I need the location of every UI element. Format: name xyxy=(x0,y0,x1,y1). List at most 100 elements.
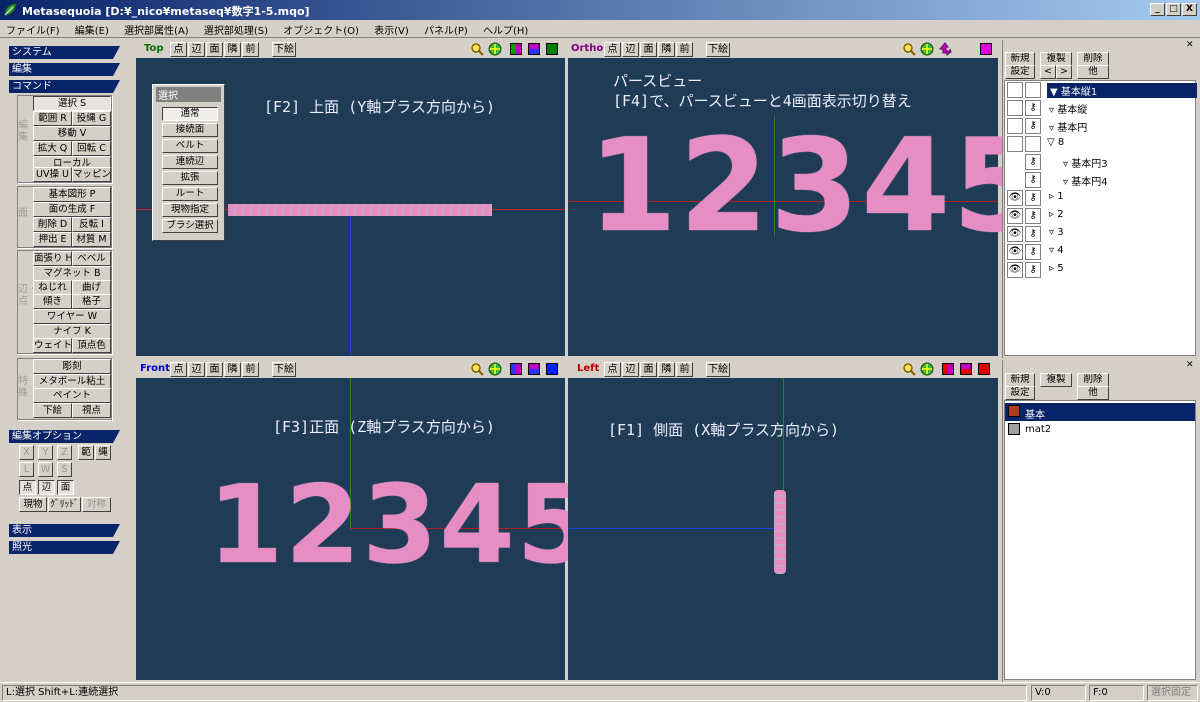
material-list[interactable]: 基本 mat2 xyxy=(1004,400,1196,680)
object-row[interactable]: ▽ 8 xyxy=(1005,135,1195,153)
ortho-front-toggle[interactable]: 前 xyxy=(676,42,693,57)
axis-x-toggle[interactable]: X xyxy=(19,445,34,460)
section-display[interactable]: 表示 xyxy=(9,524,120,537)
expanded-arrow-icon[interactable]: ▽ xyxy=(1047,137,1058,148)
top-hidden-toggle[interactable]: 隣 xyxy=(224,42,241,57)
eye-icon[interactable]: 👁 xyxy=(1007,262,1023,278)
expanded-arrow-icon[interactable]: ▼ xyxy=(1050,87,1061,98)
extrude-button[interactable]: 押出 E xyxy=(33,232,72,247)
underlay-button[interactable]: 下絵 xyxy=(33,403,72,418)
vertex-color-button[interactable]: 頂点色 xyxy=(72,338,111,353)
real-option[interactable]: 現物 xyxy=(19,497,47,512)
object-row[interactable]: ⚷ ▿ 基本円4 xyxy=(1005,171,1195,189)
selection-lock-toggle[interactable]: 選択固定 xyxy=(1147,685,1198,701)
pan-icon[interactable] xyxy=(488,42,502,56)
grid-option[interactable]: ｸﾞﾘｯﾄﾞ xyxy=(48,497,81,512)
close-button[interactable]: X xyxy=(1182,3,1197,16)
axis-z-toggle[interactable]: Z xyxy=(57,445,72,460)
range-tool-button[interactable]: 範囲 R xyxy=(33,111,72,126)
menu-edit[interactable]: 編集(E) xyxy=(69,20,115,39)
bevel-button[interactable]: ベベル xyxy=(72,251,111,266)
delete-button[interactable]: 削除 D xyxy=(33,217,72,232)
local-toggle[interactable]: L xyxy=(19,462,34,477)
object-row[interactable]: 👁 ⚷ ▿ 4 xyxy=(1005,243,1195,261)
menu-help[interactable]: ヘルプ(H) xyxy=(477,20,534,39)
select-expand-option[interactable]: 拡張 xyxy=(162,171,218,185)
eye-icon[interactable]: 👁 xyxy=(1007,226,1023,242)
vertex-mode-toggle[interactable]: 点 xyxy=(19,480,36,495)
maximize-button[interactable]: □ xyxy=(1166,3,1181,16)
section-command[interactable]: コマンド xyxy=(9,80,120,93)
menu-object[interactable]: オブジェクト(O) xyxy=(277,20,365,39)
lock-icon[interactable]: ⚷ xyxy=(1025,262,1041,278)
object-settings-button[interactable]: 設定 xyxy=(1005,65,1035,79)
left-viewport[interactable]: [F1] 側面 (X軸プラス方向から) xyxy=(568,378,998,680)
lock-icon[interactable]: ⚷ xyxy=(1025,226,1041,242)
top-face-toggle[interactable]: 面 xyxy=(206,42,223,57)
panel-close-icon[interactable]: ✕ xyxy=(1186,40,1198,50)
ortho-viewport[interactable]: パースビュー [F4]で、パースビューと4画面表示切り替え 12345 xyxy=(568,58,1041,356)
view-color-swatch[interactable] xyxy=(960,363,972,375)
zoom-icon[interactable] xyxy=(902,362,916,376)
menu-selection-attr[interactable]: 選択部属性(A) xyxy=(118,20,195,39)
bend-button[interactable]: 曲げ xyxy=(72,280,111,295)
magnet-button[interactable]: マグネット B xyxy=(33,266,111,281)
material-other-button[interactable]: 他 xyxy=(1077,386,1109,400)
top-vertex-toggle[interactable]: 点 xyxy=(170,42,187,57)
collapsed-arrow-icon[interactable]: ▹ xyxy=(1049,191,1057,202)
select-route-option[interactable]: ルート xyxy=(162,187,218,201)
object-next-button[interactable]: > xyxy=(1056,65,1072,79)
zoom-icon[interactable] xyxy=(470,362,484,376)
range-option[interactable]: 範 xyxy=(78,445,94,460)
lock-toggle[interactable] xyxy=(1025,136,1041,152)
object-new-button[interactable]: 新規 xyxy=(1005,52,1035,66)
select-brush-option[interactable]: ブラシ選択 xyxy=(162,219,218,233)
view-color-swatch[interactable] xyxy=(546,363,558,375)
collapsed-arrow-icon[interactable]: ▹ xyxy=(1049,263,1057,274)
mapping-tool-button[interactable]: マッピング xyxy=(72,167,111,182)
lattice-button[interactable]: 格子 xyxy=(72,294,111,309)
ortho-edge-toggle[interactable]: 辺 xyxy=(622,42,639,57)
object-row[interactable]: ⚷ ▿ 基本円3 xyxy=(1005,153,1195,171)
sculpt-button[interactable]: 彫刻 xyxy=(33,359,111,374)
menu-file[interactable]: ファイル(F) xyxy=(0,20,66,39)
visibility-toggle[interactable] xyxy=(1007,118,1023,134)
eye-icon[interactable]: 👁 xyxy=(1007,244,1023,260)
front-face-toggle[interactable]: 面 xyxy=(206,362,223,377)
object-row[interactable]: 👁 ⚷ ▹ 2 xyxy=(1005,207,1195,225)
visibility-toggle[interactable] xyxy=(1007,100,1023,116)
menu-panel[interactable]: パネル(P) xyxy=(418,20,474,39)
object-row[interactable]: ▼ 基本縦1 xyxy=(1005,81,1197,99)
left-edge-toggle[interactable]: 辺 xyxy=(622,362,639,377)
collapsed-arrow-icon[interactable]: ▹ xyxy=(1049,209,1057,220)
material-row[interactable]: 基本 xyxy=(1005,403,1195,421)
left-underlay-toggle[interactable]: 下絵 xyxy=(706,362,730,377)
rope-option[interactable]: 縄 xyxy=(95,445,111,460)
select-tool-button[interactable]: 選択 S xyxy=(33,96,111,111)
create-face-button[interactable]: 面の生成 F xyxy=(33,202,111,217)
viewpoint-button[interactable]: 視点 xyxy=(72,403,111,418)
zoom-icon[interactable] xyxy=(470,42,484,56)
section-edit-options[interactable]: 編集オプション xyxy=(9,430,120,443)
world-toggle[interactable]: W xyxy=(38,462,53,477)
view-color-swatch[interactable] xyxy=(528,363,540,375)
front-hidden-toggle[interactable]: 隣 xyxy=(224,362,241,377)
pan-icon[interactable] xyxy=(920,362,934,376)
visibility-toggle[interactable] xyxy=(1007,136,1023,152)
select-connected-face-option[interactable]: 接続面 xyxy=(162,123,218,137)
lock-icon[interactable]: ⚷ xyxy=(1025,100,1041,116)
material-row[interactable]: mat2 xyxy=(1005,421,1195,439)
lock-icon[interactable]: ⚷ xyxy=(1025,208,1041,224)
menu-view[interactable]: 表示(V) xyxy=(368,20,415,39)
select-edge-loop-option[interactable]: 連続辺 xyxy=(162,155,218,169)
visibility-toggle[interactable] xyxy=(1007,82,1023,98)
flip-button[interactable]: 反転 I xyxy=(72,217,111,232)
lasso-tool-button[interactable]: 投縄 G xyxy=(72,111,111,126)
ortho-vertex-toggle[interactable]: 点 xyxy=(604,42,621,57)
left-hidden-toggle[interactable]: 隣 xyxy=(658,362,675,377)
menu-selection-proc[interactable]: 選択部処理(S) xyxy=(198,20,274,39)
front-vertex-toggle[interactable]: 点 xyxy=(170,362,187,377)
twist-button[interactable]: ねじれ xyxy=(33,280,72,295)
screen-toggle[interactable]: S xyxy=(57,462,72,477)
material-duplicate-button[interactable]: 複製 xyxy=(1040,373,1072,387)
